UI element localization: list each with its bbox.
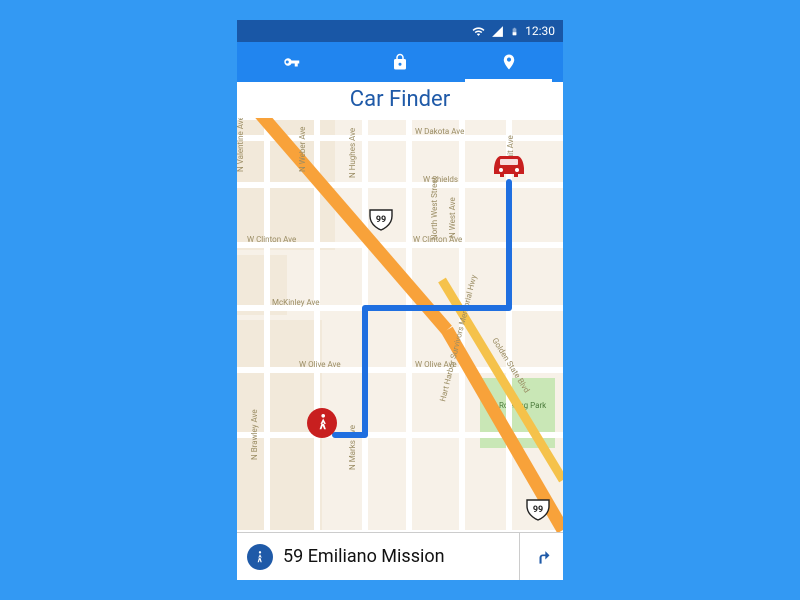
walk-chip [247,544,273,570]
destination-address: 59 Emiliano Mission [283,546,445,567]
tab-key[interactable] [237,42,346,82]
svg-text:N Brawley Ave: N Brawley Ave [250,409,259,460]
wifi-icon [472,25,485,38]
lock-icon [391,53,409,71]
navigate-button[interactable] [519,533,563,580]
destination-info[interactable]: 59 Emiliano Mission [237,544,519,570]
svg-text:99: 99 [376,215,386,225]
svg-text:McKinley Ave: McKinley Ave [272,298,320,307]
svg-text:N Hughes Ave: N Hughes Ave [348,128,357,178]
svg-text:N West Ave: N West Ave [448,197,457,238]
svg-text:N Weber Ave: N Weber Ave [298,127,307,172]
status-time: 12:30 [525,24,555,38]
svg-text:N Marks Ave: N Marks Ave [348,425,357,470]
map-view[interactable]: Roeding Park [237,118,563,532]
map-canvas: Roeding Park [237,118,563,532]
tab-location[interactable] [454,42,563,82]
phone-frame: 12:30 Car Finder Roeding Park [237,20,563,580]
key-icon [282,53,300,71]
user-marker [307,408,337,438]
svg-text:W Olive Ave: W Olive Ave [299,360,341,369]
svg-text:99: 99 [533,505,543,515]
svg-text:W Clinton Ave: W Clinton Ave [247,235,296,244]
battery-icon [510,25,519,38]
svg-text:W Shields: W Shields [423,175,458,184]
destination-bar: 59 Emiliano Mission [237,532,563,580]
svg-text:W Dakota Ave: W Dakota Ave [415,127,464,136]
status-bar: 12:30 [237,20,563,42]
turn-right-arrow-icon [532,547,552,567]
page-title: Car Finder [237,82,563,118]
walk-icon [253,550,267,564]
signal-icon [491,25,504,38]
tab-bar [237,42,563,82]
location-icon [500,53,518,71]
car-marker [494,156,524,177]
svg-text:N Valentine Ave: N Valentine Ave [237,118,245,172]
tab-lock[interactable] [346,42,455,82]
svg-text:North West Street: North West Street [430,176,439,240]
